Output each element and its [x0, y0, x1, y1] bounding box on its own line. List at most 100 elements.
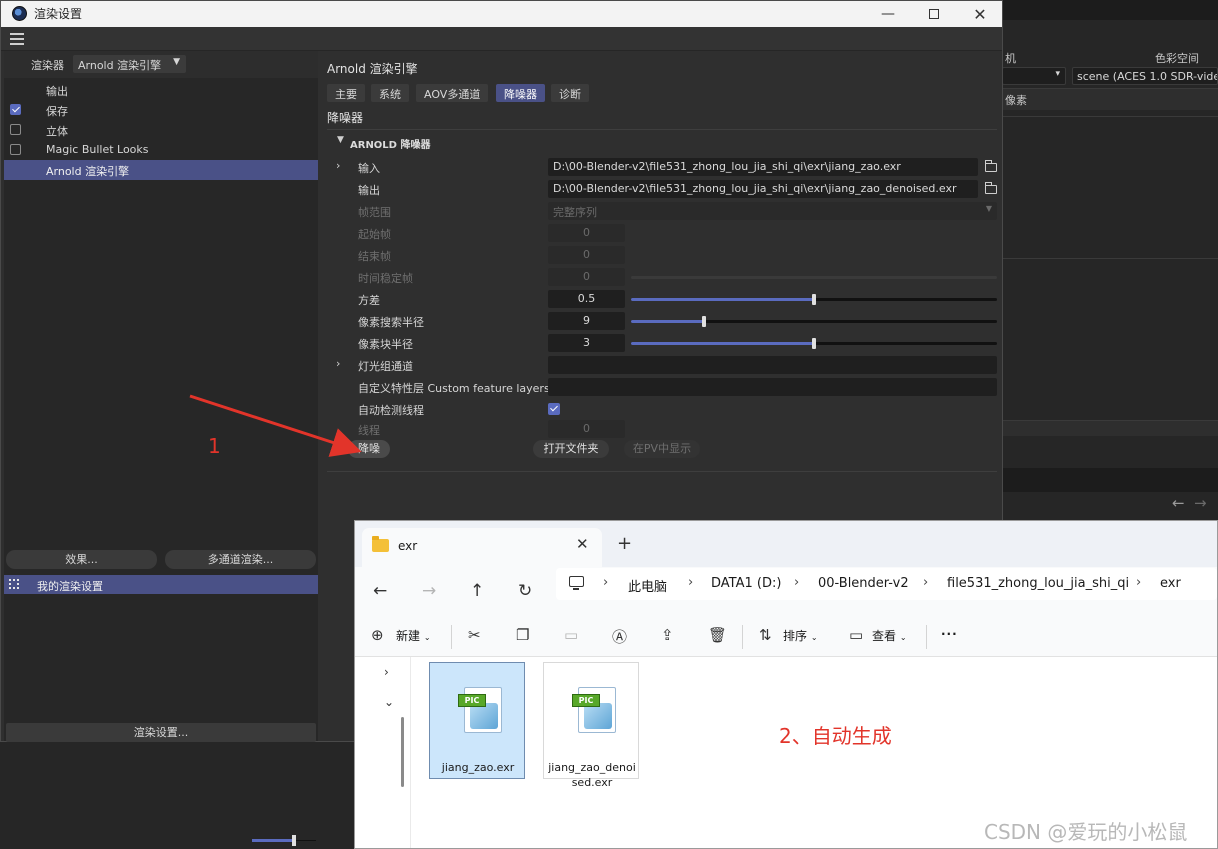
- input-path-field[interactable]: D:\00-Blender-v2\file531_zhong_lou_jia_s…: [548, 158, 978, 176]
- light-groups-field[interactable]: [548, 356, 997, 374]
- bg-slider[interactable]: [252, 835, 296, 846]
- chevron-down-icon: ▼: [337, 135, 344, 145]
- chevron-right-icon[interactable]: ›: [336, 357, 340, 370]
- new-button[interactable]: 新建 ⌄: [396, 627, 431, 644]
- save-checkbox[interactable]: [10, 104, 21, 115]
- new-plus-icon[interactable]: ⊕: [371, 626, 384, 644]
- renderer-label: 渲染器: [31, 59, 64, 72]
- tab-system[interactable]: 系统: [371, 84, 409, 102]
- cinema4d-app-icon: [12, 6, 27, 21]
- slider-handle[interactable]: [812, 294, 816, 305]
- open-folder-button[interactable]: 打开文件夹: [533, 440, 609, 458]
- tree-item-output[interactable]: 输出: [4, 80, 318, 100]
- variance-slider[interactable]: [631, 294, 997, 305]
- new-tab-icon[interactable]: +: [617, 533, 632, 554]
- annotation-step1-label: 1: [208, 434, 221, 458]
- cut-icon[interactable]: ✂: [468, 626, 481, 644]
- back-arrow-icon[interactable]: ←: [373, 581, 387, 601]
- bg-camera-select[interactable]: ▾: [1002, 67, 1066, 85]
- auto-detect-threads-checkbox[interactable]: [548, 403, 560, 415]
- tab-diagnostics[interactable]: 诊断: [551, 84, 589, 102]
- effects-button[interactable]: 效果...: [6, 550, 157, 569]
- sort-icon[interactable]: ⇅: [759, 626, 772, 644]
- variance-field[interactable]: 0.5: [548, 290, 625, 308]
- custom-feature-layers-field[interactable]: [548, 378, 997, 396]
- bg-forward-arrow-icon[interactable]: →: [1194, 494, 1207, 512]
- pixel-search-radius-slider[interactable]: [631, 316, 997, 327]
- group-title: ARNOLD 降噪器: [350, 140, 431, 151]
- my-render-settings-item[interactable]: 我的渲染设置: [4, 575, 318, 594]
- prop-end-frame: 结束帧 0: [327, 244, 997, 266]
- output-path-field[interactable]: D:\00-Blender-v2\file531_zhong_lou_jia_s…: [548, 180, 978, 198]
- chevron-down-icon: ▼: [173, 57, 180, 67]
- slider-handle[interactable]: [702, 316, 707, 327]
- chevron-right-icon[interactable]: ›: [1136, 575, 1141, 590]
- tree-item-arnold[interactable]: Arnold 渲染引擎: [4, 160, 318, 180]
- breadcrumb-project-folder[interactable]: file531_zhong_lou_jia_shi_qi: [947, 576, 1129, 591]
- pixel-search-radius-field[interactable]: 9: [548, 312, 625, 330]
- chevron-right-icon[interactable]: ›: [603, 575, 608, 590]
- sort-button[interactable]: 排序 ⌄: [783, 627, 818, 644]
- bg-back-arrow-icon[interactable]: ←: [1172, 494, 1185, 512]
- pixel-patch-radius-field[interactable]: 3: [548, 334, 625, 352]
- pixel-patch-radius-slider[interactable]: [631, 338, 997, 349]
- file-jiang-zao-exr[interactable]: PIC jiang_zao.exr: [429, 662, 525, 779]
- up-arrow-icon[interactable]: ↑: [470, 581, 484, 601]
- breadcrumb-this-pc[interactable]: 此电脑: [628, 576, 667, 595]
- close-button[interactable]: ✕: [957, 1, 1003, 27]
- share-icon[interactable]: ⇪: [661, 626, 674, 644]
- refresh-icon[interactable]: ↻: [518, 581, 532, 601]
- rename-icon[interactable]: Ⓐ: [612, 626, 627, 647]
- tab-denoiser[interactable]: 降噪器: [496, 84, 545, 102]
- menu-hamburger-icon[interactable]: [10, 33, 24, 45]
- prop-light-groups: › 灯光组通道: [327, 354, 997, 376]
- arnold-denoiser-group[interactable]: ▼ ARNOLD 降噪器: [327, 129, 997, 153]
- delete-icon[interactable]: 🗑: [708, 626, 727, 644]
- minimize-button[interactable]: —: [865, 1, 911, 27]
- tab-exr[interactable]: exr ✕: [362, 528, 602, 567]
- end-frame-field: 0: [548, 246, 625, 264]
- paste-icon[interactable]: ▭: [564, 626, 578, 644]
- explorer-nav-pane: › ⌄: [355, 657, 411, 848]
- tab-main[interactable]: 主要: [327, 84, 365, 102]
- chevron-right-icon[interactable]: ›: [794, 575, 799, 590]
- renderer-dropdown[interactable]: Arnold 渲染引擎 ▼: [73, 55, 186, 73]
- breadcrumb-drive[interactable]: DATA1 (D:): [711, 576, 781, 591]
- panel-title: Arnold 渲染引擎: [327, 62, 418, 76]
- folder-icon[interactable]: [984, 182, 997, 194]
- tree-item-magic-bullet-looks[interactable]: Magic Bullet Looks: [4, 140, 318, 160]
- tab-aov[interactable]: AOV多通道: [416, 84, 489, 102]
- bg-pixel-label: 像素: [1005, 94, 1027, 107]
- chevron-right-icon[interactable]: ›: [384, 665, 389, 679]
- tree-item-save[interactable]: 保存: [4, 100, 318, 120]
- bg-color-space-select[interactable]: scene (ACES 1.0 SDR-video): [1072, 67, 1218, 85]
- maximize-button[interactable]: [911, 1, 957, 27]
- chevron-right-icon[interactable]: ›: [923, 575, 928, 590]
- tree-item-label: Arnold 渲染引擎: [46, 165, 130, 178]
- title-bar[interactable]: 渲染设置 — ✕: [1, 1, 1002, 27]
- chevron-right-icon[interactable]: ›: [336, 159, 340, 172]
- multipass-render-button[interactable]: 多通道渲染...: [165, 550, 316, 569]
- breadcrumb-blender-folder[interactable]: 00-Blender-v2: [818, 576, 909, 591]
- close-icon[interactable]: ✕: [576, 535, 589, 553]
- chevron-right-icon[interactable]: ›: [688, 575, 693, 590]
- copy-icon[interactable]: ❐: [516, 626, 529, 644]
- computer-icon: [569, 576, 584, 590]
- view-button[interactable]: 查看 ⌄: [872, 627, 907, 644]
- magic-bullet-checkbox[interactable]: [10, 144, 21, 155]
- view-icon[interactable]: ▭: [849, 626, 863, 644]
- more-options-button[interactable]: ···: [941, 627, 958, 641]
- tree-item-stereo[interactable]: 立体: [4, 120, 318, 140]
- nav-pane-scrollbar[interactable]: [401, 717, 404, 787]
- slider-handle[interactable]: [812, 338, 816, 349]
- stereo-checkbox[interactable]: [10, 124, 21, 135]
- breadcrumb-exr[interactable]: exr: [1160, 576, 1181, 591]
- address-bar[interactable]: › 此电脑 › DATA1 (D:) › 00-Blender-v2 › fil…: [556, 568, 1217, 600]
- denoise-button[interactable]: 降噪: [348, 440, 390, 458]
- chevron-down-icon[interactable]: ⌄: [384, 695, 394, 709]
- file-jiang-zao-denoised-exr[interactable]: PIC jiang_zao_denoised.exr: [543, 662, 639, 789]
- render-settings-button[interactable]: 渲染设置...: [6, 723, 316, 742]
- folder-icon[interactable]: [984, 160, 997, 172]
- pixel-search-radius-label: 像素搜索半径: [358, 316, 424, 329]
- forward-arrow-icon[interactable]: →: [422, 581, 436, 601]
